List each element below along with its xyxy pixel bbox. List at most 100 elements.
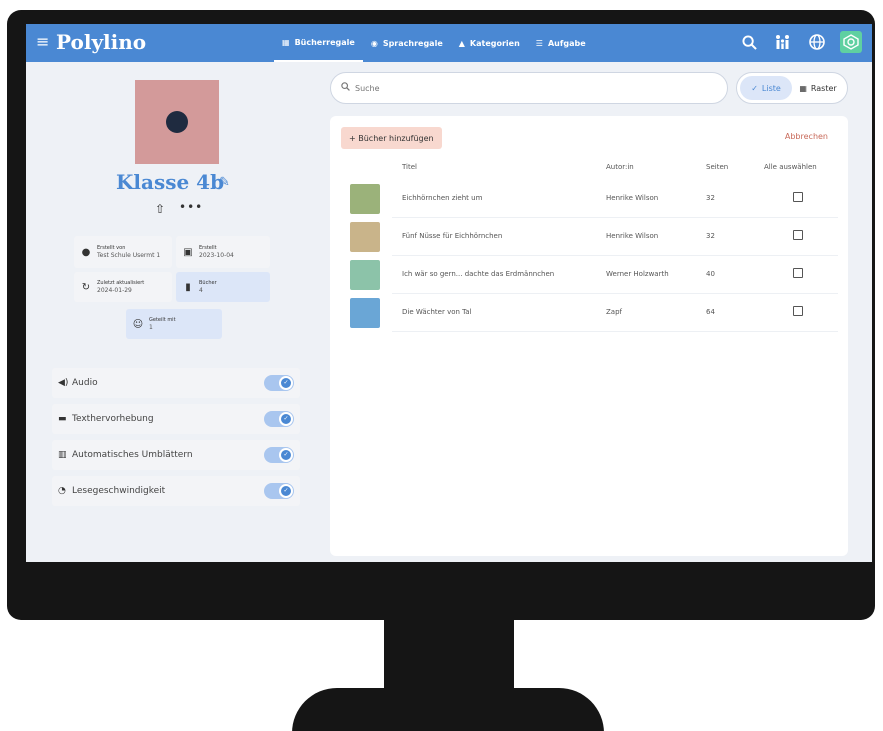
setting-text-highlight: ▬ Texthervorhebung ✓: [52, 404, 300, 434]
book-cover: [350, 184, 380, 214]
speaker-icon: ◀): [58, 378, 69, 388]
table-row[interactable]: Ich wär so gern... dachte das Erdmännche…: [330, 256, 848, 294]
table-row[interactable]: Eichhörnchen zieht um Henrike Wilson 32: [330, 180, 848, 218]
info-label: Erstellt: [199, 245, 217, 251]
globe-icon: ◉: [370, 38, 378, 48]
view-toggle: ✓ Liste ▦ Raster: [736, 72, 848, 104]
top-bar: ≡ Polylino ▦ Bücherregale ◉ Sprachregale…: [26, 24, 872, 62]
top-actions: [738, 31, 862, 53]
created-card: ▣ Erstellt 2023-10-04: [176, 236, 270, 268]
audio-toggle[interactable]: ✓: [264, 375, 294, 391]
books-icon: ▮: [185, 281, 191, 293]
books-panel: + Bücher hinzufügen Abbrechen Titel Auto…: [330, 116, 848, 556]
info-label: Geteilt mit: [149, 317, 176, 323]
search-icon: [341, 82, 350, 94]
grid-view-button[interactable]: ▦ Raster: [792, 76, 844, 100]
shapes-icon: ▲: [458, 38, 465, 48]
grid-view-label: Raster: [810, 83, 837, 93]
nav-item-language-shelves[interactable]: ◉ Sprachregale: [363, 24, 451, 62]
group-icon: ☺: [132, 318, 144, 330]
setting-auto-page-turn: ▥ Automatisches Umblättern ✓: [52, 440, 300, 470]
setting-label: Lesegeschwindigkeit: [72, 486, 166, 496]
info-label: Erstellt von: [97, 245, 126, 251]
nav-label: Kategorien: [469, 38, 520, 48]
book-cover: [350, 260, 380, 290]
reading-speed-toggle[interactable]: ✓: [264, 483, 294, 499]
check-icon: ✓: [279, 376, 293, 390]
info-value: 4: [199, 287, 203, 294]
check-icon: ✓: [751, 83, 758, 93]
monitor-stand-neck: [384, 618, 514, 696]
search-input[interactable]: [355, 83, 715, 93]
select-book-checkbox[interactable]: [793, 192, 803, 202]
setting-label: Automatisches Umblättern: [72, 450, 193, 460]
select-book-checkbox[interactable]: [793, 306, 803, 316]
table-row[interactable]: Fünf Nüsse für Eichhörnchen Henrike Wils…: [330, 218, 848, 256]
book-author: Henrike Wilson: [606, 194, 659, 202]
nav-item-bookshelves[interactable]: ▦ Bücherregale: [274, 24, 363, 62]
select-book-checkbox[interactable]: [793, 230, 803, 240]
list-view-button[interactable]: ✓ Liste: [740, 76, 792, 100]
select-book-checkbox[interactable]: [793, 268, 803, 278]
column-header-title[interactable]: Titel: [402, 163, 417, 171]
shared-with-card[interactable]: ☺ Geteilt mit 1: [126, 309, 222, 339]
family-icon[interactable]: [772, 31, 794, 53]
class-title: Klasse 4b: [116, 170, 225, 194]
books-count-card[interactable]: ▮ Bücher 4: [176, 272, 270, 302]
avatar-dot: [166, 111, 188, 133]
nav-label: Aufgabe: [547, 38, 586, 48]
text-highlight-toggle[interactable]: ✓: [264, 411, 294, 427]
book-author: Werner Holzwarth: [606, 270, 669, 278]
nav-item-assignment[interactable]: ☰ Aufgabe: [528, 24, 594, 62]
search-icon[interactable]: [738, 31, 760, 53]
share-icon[interactable]: ⇧: [155, 202, 165, 216]
app-logo[interactable]: Polylino: [56, 29, 146, 55]
cancel-button[interactable]: Abbrechen: [785, 132, 828, 141]
class-avatar[interactable]: [135, 80, 219, 164]
book-cover: [350, 222, 380, 252]
setting-reading-speed: ◔ Lesegeschwindigkeit ✓: [52, 476, 300, 506]
book-author: Henrike Wilson: [606, 232, 659, 240]
speed-icon: ◔: [58, 486, 66, 496]
book-title: Fünf Nüsse für Eichhörnchen: [402, 232, 503, 240]
book-title: Die Wächter von Tal: [402, 308, 472, 316]
check-icon: ✓: [279, 484, 293, 498]
highlight-icon: ▬: [58, 414, 67, 424]
book-title: Eichhörnchen zieht um: [402, 194, 483, 202]
main-nav: ▦ Bücherregale ◉ Sprachregale ▲ Kategori…: [274, 24, 594, 62]
nav-item-categories[interactable]: ▲ Kategorien: [451, 24, 528, 62]
more-options-icon[interactable]: •••: [179, 200, 203, 214]
app-screen: ≡ Polylino ▦ Bücherregale ◉ Sprachregale…: [26, 24, 872, 562]
column-header-author[interactable]: Autor:in: [606, 163, 634, 171]
created-by-card: ● Erstellt von Test Schule Usermt 1: [74, 236, 172, 268]
info-label: Bücher: [199, 280, 217, 286]
info-value: 2024-01-29: [97, 287, 132, 294]
add-books-button[interactable]: + Bücher hinzufügen: [341, 127, 442, 149]
history-icon: ↻: [81, 281, 91, 293]
info-value: 2023-10-04: [199, 252, 234, 259]
setting-label: Audio: [72, 378, 98, 388]
reading-settings: ◀) Audio ✓ ▬ Texthervorhebung ✓ ▥ Automa…: [52, 368, 300, 512]
book-icon: ▥: [58, 450, 67, 460]
info-label: Zuletzt aktualisiert: [97, 280, 145, 286]
language-globe-icon[interactable]: [806, 31, 828, 53]
updated-card: ↻ Zuletzt aktualisiert 2024-01-29: [74, 272, 172, 302]
select-all-button[interactable]: Alle auswählen: [764, 163, 817, 171]
list-icon: ☰: [535, 38, 543, 48]
auto-page-turn-toggle[interactable]: ✓: [264, 447, 294, 463]
person-icon: ●: [81, 246, 91, 258]
menu-icon[interactable]: ≡: [36, 33, 49, 51]
check-icon: ✓: [279, 448, 293, 462]
edit-icon[interactable]: ✎: [219, 175, 230, 190]
logout-icon[interactable]: [840, 31, 862, 53]
info-value: Test Schule Usermt 1: [97, 252, 161, 259]
book-pages: 32: [706, 194, 715, 202]
book-title: Ich wär so gern... dachte das Erdmännche…: [402, 270, 555, 278]
column-header-pages[interactable]: Seiten: [706, 163, 728, 171]
list-view-label: Liste: [761, 83, 781, 93]
book-cover: [350, 298, 380, 328]
book-pages: 32: [706, 232, 715, 240]
search-bar: [330, 72, 728, 104]
table-row[interactable]: Die Wächter von Tal Zapf 64: [330, 294, 848, 332]
check-icon: ✓: [279, 412, 293, 426]
